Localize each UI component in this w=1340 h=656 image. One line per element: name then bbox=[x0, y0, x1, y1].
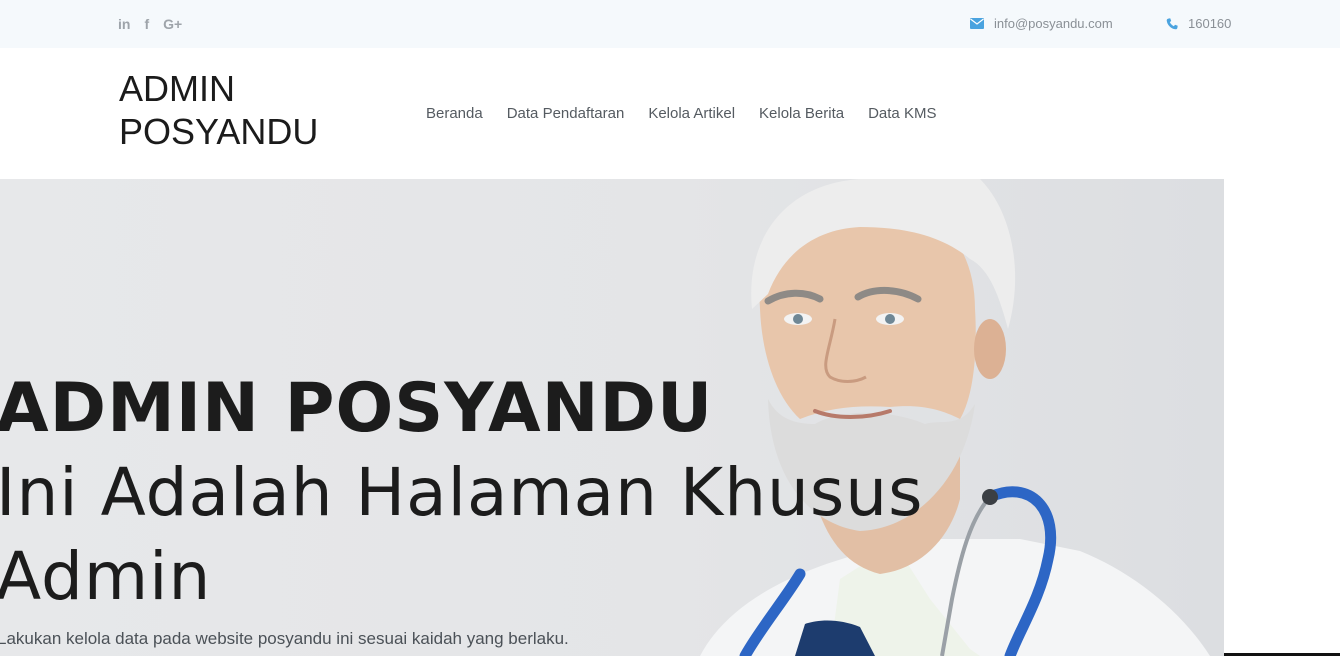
hero-banner: ADMIN POSYANDU Ini Adalah Halaman Khusus… bbox=[0, 179, 1224, 656]
phone-text: 160160 bbox=[1188, 16, 1232, 31]
hero-subtitle: Ini Adalah Halaman Khusus Admin bbox=[0, 454, 924, 615]
main-nav: Beranda Data Pendaftaran Kelola Artikel … bbox=[426, 105, 960, 122]
site-logo[interactable]: ADMIN POSYANDU bbox=[119, 67, 339, 153]
email-text: info@posyandu.com bbox=[994, 16, 1113, 31]
nav-beranda[interactable]: Beranda bbox=[426, 105, 483, 122]
linkedin-icon[interactable]: in bbox=[118, 14, 130, 34]
facebook-icon[interactable]: f bbox=[144, 14, 149, 34]
hero-description: Lakukan kelola data pada website posyand… bbox=[0, 629, 569, 648]
contact-email[interactable]: info@posyandu.com bbox=[970, 16, 1113, 31]
site-header: ADMIN POSYANDU Beranda Data Pendaftaran … bbox=[0, 48, 1340, 179]
nav-kelola-artikel[interactable]: Kelola Artikel bbox=[648, 105, 735, 122]
nav-kelola-berita[interactable]: Kelola Berita bbox=[759, 105, 844, 122]
contact-phone[interactable]: 160160 bbox=[1166, 16, 1231, 31]
social-links: in f G+ bbox=[118, 14, 182, 34]
google-plus-icon[interactable]: G+ bbox=[163, 14, 182, 34]
envelope-icon bbox=[970, 18, 984, 29]
top-bar: in f G+ info@posyandu.com 160160 bbox=[0, 0, 1340, 48]
nav-data-pendaftaran[interactable]: Data Pendaftaran bbox=[507, 105, 625, 122]
phone-icon bbox=[1166, 17, 1178, 29]
hero-title: ADMIN POSYANDU bbox=[0, 369, 714, 448]
brand-line-2: POSYANDU bbox=[119, 111, 319, 152]
nav-data-kms[interactable]: Data KMS bbox=[868, 105, 936, 122]
brand-line-1: ADMIN bbox=[119, 68, 235, 109]
